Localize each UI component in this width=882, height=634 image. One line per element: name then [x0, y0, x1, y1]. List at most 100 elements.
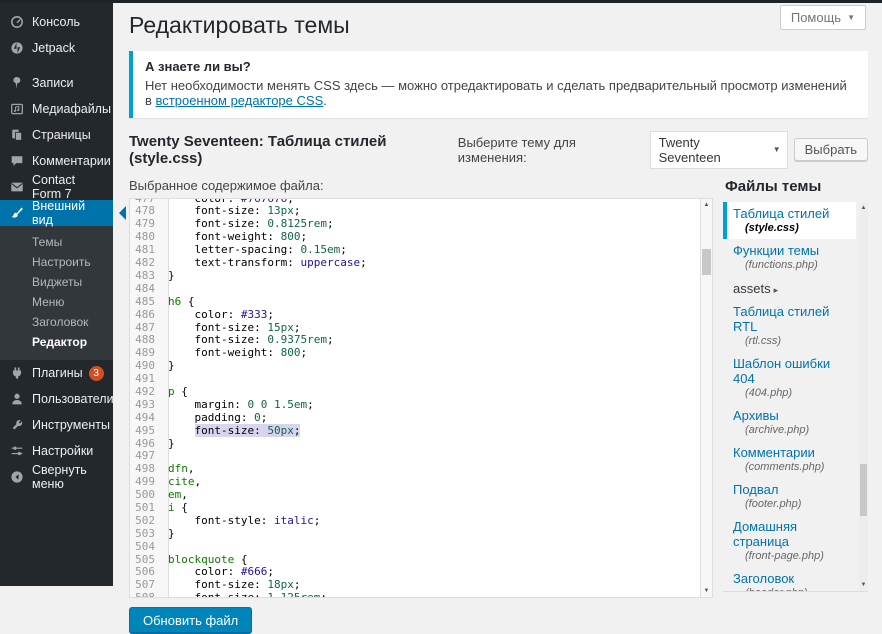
sidebar-item-label: Пользователи — [32, 392, 114, 406]
line-number: 501 — [130, 502, 162, 515]
files-scrollbar[interactable]: ▲ ▼ — [859, 202, 868, 591]
edited-file-title: Twenty Seventeen: Таблица стилей (style.… — [129, 133, 458, 167]
appearance-submenu: ТемыНастроитьВиджетыМенюЗаголовокРедакто… — [0, 226, 113, 360]
sidebar-item-media[interactable]: Медиафайлы — [0, 96, 113, 122]
theme-file[interactable]: Таблица стилей RTL(rtl.css) — [723, 300, 856, 352]
sidebar-item-settings[interactable]: Настройки — [0, 438, 113, 464]
theme-file-filename: (header.php) — [733, 586, 850, 592]
theme-files-list: Таблица стилей(style.css)Функции темы(fu… — [723, 202, 856, 592]
theme-file[interactable]: Архивы(archive.php) — [723, 404, 856, 441]
comment-bubble-icon — [8, 153, 25, 169]
sidebar-item-collapse[interactable]: Свернуть меню — [0, 464, 113, 490]
theme-file[interactable]: Шаблон ошибки 404(404.php) — [723, 352, 856, 404]
update-file-button[interactable]: Обновить файл — [129, 607, 252, 634]
theme-file-name: Подвал — [733, 482, 850, 497]
sidebar-item-plugins[interactable]: Плагины 3 — [0, 360, 113, 386]
notice-title: А знаете ли вы? — [145, 59, 856, 74]
theme-folder-assets[interactable]: assets▸ — [723, 276, 856, 300]
theme-file-filename: (archive.php) — [733, 423, 850, 437]
submenu-item[interactable]: Заголовок — [0, 312, 113, 332]
sidebar-item-label: Contact Form 7 — [32, 173, 107, 201]
sidebar-item-dashboard[interactable]: Консоль — [0, 9, 113, 35]
folder-expand-icon: ▸ — [774, 285, 779, 295]
chevron-down-icon: ▼ — [847, 13, 855, 22]
sidebar-item-tools[interactable]: Инструменты — [0, 412, 113, 438]
theme-file-filename: (functions.php) — [733, 258, 850, 272]
submenu-item[interactable]: Виджеты — [0, 272, 113, 292]
sidebar-item-label: Настройки — [32, 444, 93, 458]
scroll-up-icon[interactable]: ▲ — [859, 202, 868, 214]
help-button-label: Помощь — [791, 10, 841, 25]
sidebar-item-cf7[interactable]: Contact Form 7 — [0, 174, 113, 200]
sidebar-item-label: Консоль — [32, 15, 80, 29]
help-button[interactable]: Помощь ▼ — [780, 5, 866, 30]
code-area[interactable]: 477 color: #767676;478 font-size: 13px;4… — [130, 199, 700, 597]
theme-files-panel: Таблица стилей(style.css)Функции темы(fu… — [723, 202, 868, 592]
code-line: 496} — [130, 438, 700, 451]
sidebar-item-label: Jetpack — [32, 41, 75, 55]
editor-scrollbar[interactable]: ▲ ▼ — [700, 199, 712, 597]
page-title: Редактировать темы — [129, 12, 868, 40]
notice-text: Нет необходимости менять CSS здесь — мож… — [145, 78, 856, 108]
collapse-arrow-icon — [8, 469, 25, 485]
editor-column: Выбранное содержимое файла: 477 color: #… — [129, 178, 713, 634]
theme-file[interactable]: Таблица стилей(style.css) — [723, 202, 856, 239]
submenu-item[interactable]: Темы — [0, 232, 113, 252]
line-number: 483 — [130, 270, 162, 283]
theme-file-name: Заголовок — [733, 571, 850, 586]
theme-file[interactable]: Функции темы(functions.php) — [723, 239, 856, 276]
selected-code: font-size: 50px; — [195, 424, 301, 437]
menu-separator — [0, 61, 113, 70]
theme-file-filename: (rtl.css) — [733, 334, 850, 348]
editor-scrollbar-thumb[interactable] — [702, 249, 711, 275]
sidebar-item-label: Комментарии — [32, 154, 111, 168]
files-scrollbar-thumb[interactable] — [860, 464, 867, 516]
line-number: 495 — [130, 425, 162, 438]
sidebar-item-posts[interactable]: Записи — [0, 70, 113, 96]
sidebar-item-jetpack[interactable]: Jetpack — [0, 35, 113, 61]
theme-file[interactable]: Заголовок(header.php) — [723, 567, 856, 592]
theme-file[interactable]: Домашняя страница(front-page.php) — [723, 515, 856, 567]
plug-icon — [8, 365, 25, 381]
sidebar-menu: Консоль Jetpack Записи Медиафайлы Страницы Ко… — [0, 9, 113, 490]
folder-name: assets — [733, 281, 771, 296]
pin-icon — [8, 75, 25, 91]
sidebar-item-pages[interactable]: Страницы — [0, 122, 113, 148]
line-number: 484 — [130, 283, 162, 296]
theme-file[interactable]: Подвал(footer.php) — [723, 478, 856, 515]
code-line: 498dfn, — [130, 463, 700, 476]
sliders-icon — [8, 443, 25, 459]
theme-select-label: Выберите тему для изменения: — [458, 135, 644, 165]
sidebar-item-appearance[interactable]: Внешний вид — [0, 200, 113, 226]
submenu-item[interactable]: Настроить — [0, 252, 113, 272]
dashboard-icon — [8, 14, 25, 30]
sidebar-item-label: Медиафайлы — [32, 102, 111, 116]
update-count-badge: 3 — [89, 366, 104, 381]
user-icon — [8, 391, 25, 407]
sidebar-item-label: Плагины — [32, 366, 83, 380]
sidebar-item-comments[interactable]: Комментарии — [0, 148, 113, 174]
code-lines: 477 color: #767676;478 font-size: 13px;4… — [130, 199, 700, 597]
code-editor[interactable]: 477 color: #767676;478 font-size: 13px;4… — [129, 198, 713, 598]
theme-file-filename: (comments.php) — [733, 460, 850, 474]
sidebar-item-label: Инструменты — [32, 418, 110, 432]
line-number: 482 — [130, 257, 162, 270]
sidebar-item-label: Записи — [32, 76, 74, 90]
scroll-up-icon[interactable]: ▲ — [701, 199, 712, 211]
line-number: 504 — [130, 541, 162, 554]
scroll-down-icon[interactable]: ▼ — [859, 579, 868, 591]
submenu-item[interactable]: Редактор — [0, 332, 113, 352]
css-editor-link[interactable]: встроенном редакторе CSS — [156, 93, 324, 108]
code-line: 503} — [130, 528, 700, 541]
code-line: 500em, — [130, 489, 700, 502]
theme-file-name: Таблица стилей RTL — [733, 304, 850, 334]
theme-file[interactable]: Комментарии(comments.php) — [723, 441, 856, 478]
theme-select[interactable]: Twenty Seventeen ▼ — [650, 131, 788, 169]
scroll-down-icon[interactable]: ▼ — [701, 585, 712, 597]
submenu-item[interactable]: Меню — [0, 292, 113, 312]
sidebar-item-users[interactable]: Пользователи — [0, 386, 113, 412]
sidebar-item-label: Внешний вид — [32, 199, 107, 227]
code-line: 491 — [130, 373, 700, 386]
line-number: 486 — [130, 309, 162, 322]
choose-theme-button[interactable]: Выбрать — [794, 138, 868, 161]
